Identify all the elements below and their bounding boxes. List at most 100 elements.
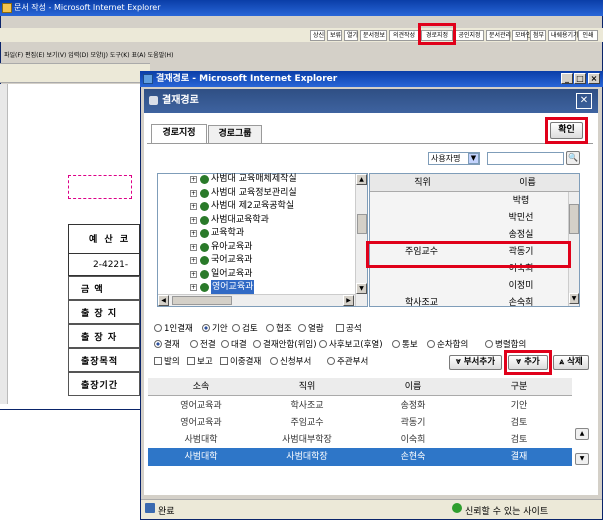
member-name-cell[interactable]: 박민선 xyxy=(474,209,568,227)
route-grid-cell[interactable]: 사범대부학장 xyxy=(254,431,360,449)
scroll-down-icon[interactable]: ▼ xyxy=(569,293,579,304)
tree-item[interactable]: 사범대교육학과 xyxy=(211,213,269,227)
member-position-cell[interactable]: 학사조교 xyxy=(369,294,474,312)
member-name-cell[interactable]: 곽동기 xyxy=(474,243,568,261)
option-병렬합의[interactable]: 병렬합의 xyxy=(485,340,526,351)
option-발의[interactable]: 발의 xyxy=(154,357,180,368)
tree-item[interactable]: 국어교육과 xyxy=(211,253,252,267)
option-보고[interactable]: 보고 xyxy=(187,357,213,368)
tree-item[interactable]: 사범대 교육정보관리실 xyxy=(211,186,297,200)
option-검토[interactable]: 검토 xyxy=(232,324,258,335)
radio-button[interactable] xyxy=(327,357,335,365)
member-position-cell[interactable] xyxy=(369,209,474,227)
move-down-icon[interactable]: ▼ xyxy=(575,453,589,465)
toolbar-button[interactable]: 공인지정 xyxy=(455,30,484,41)
tree-item[interactable]: 유아교육과 xyxy=(211,240,252,254)
member-position-cell[interactable] xyxy=(369,226,474,244)
toolbar-button[interactable]: 문서관리 xyxy=(486,30,511,41)
radio-button[interactable] xyxy=(485,340,493,348)
dialog-close-button[interactable]: ✕ xyxy=(576,93,592,109)
tree-item[interactable]: 일어교육과 xyxy=(211,267,252,281)
route-grid-cell[interactable]: 손현숙 xyxy=(360,448,466,466)
radio-button[interactable] xyxy=(253,340,261,348)
toolbar-button[interactable]: 첨부 xyxy=(530,30,546,41)
member-name-cell[interactable]: 이숙희 xyxy=(474,260,568,278)
member-position-cell[interactable] xyxy=(369,260,474,278)
member-scrollbar[interactable]: ▼ xyxy=(568,192,579,306)
checkbox[interactable] xyxy=(187,357,195,365)
radio-button[interactable] xyxy=(270,357,278,365)
route-grid-cell[interactable]: 결재 xyxy=(466,448,572,466)
option-전결[interactable]: 전결 xyxy=(190,340,216,351)
minimize-button[interactable]: _ xyxy=(561,73,573,84)
route-grid-cell[interactable]: 영어교육과 xyxy=(148,414,254,432)
expand-icon[interactable]: + xyxy=(190,270,197,278)
option-사후보고(후열)[interactable]: 사후보고(후열) xyxy=(319,340,383,351)
route-grid-cell[interactable]: 곽동기 xyxy=(360,414,466,432)
hscroll-thumb[interactable] xyxy=(172,296,232,305)
toolbar-button[interactable]: 보류 xyxy=(327,30,342,41)
toolbar-button[interactable]: 열기 xyxy=(344,30,358,41)
expand-icon[interactable]: + xyxy=(190,230,197,237)
route-grid-cell[interactable]: 영어교육과 xyxy=(148,397,254,415)
chevron-down-icon[interactable]: ▼ xyxy=(468,153,479,164)
toolbar-button[interactable]: 모바인 xyxy=(512,30,532,41)
maximize-button[interactable]: □ xyxy=(574,73,586,84)
radio-button[interactable] xyxy=(427,340,435,348)
tree-vertical-scrollbar[interactable]: ▲ ▼ xyxy=(355,174,367,306)
toolbar-button[interactable]: 경로지정 xyxy=(421,30,453,41)
route-grid-cell[interactable]: 학사조교 xyxy=(254,397,360,415)
route-grid-cell[interactable]: 주임교수 xyxy=(254,414,360,432)
search-input[interactable] xyxy=(487,152,564,165)
tree-item[interactable]: 교육학과 xyxy=(211,226,244,240)
route-grid-cell[interactable]: 송정화 xyxy=(360,397,466,415)
tree-item[interactable]: 사범대 제2교육공학실 xyxy=(211,199,294,213)
expand-icon[interactable]: + xyxy=(190,189,197,197)
member-name-cell[interactable]: 이정미 xyxy=(474,277,568,295)
option-결재안함(위임)[interactable]: 결재안함(위임) xyxy=(253,340,317,351)
member-name-cell[interactable]: 박령 xyxy=(474,192,568,210)
route-grid-cell[interactable]: 기안 xyxy=(466,397,572,415)
member-scroll-thumb[interactable] xyxy=(569,204,579,234)
option-결재[interactable]: 결재 xyxy=(154,340,180,351)
radio-button[interactable] xyxy=(202,324,210,332)
toolbar-button[interactable]: 문서정보 xyxy=(360,30,387,41)
add-button[interactable]: ⩔ 추가 xyxy=(508,355,548,370)
radio-button[interactable] xyxy=(190,340,198,348)
tree-item[interactable]: 영어교육과 xyxy=(211,280,255,294)
route-grid-cell[interactable]: 사범대학장 xyxy=(254,448,360,466)
option-대결[interactable]: 대결 xyxy=(221,340,247,351)
toolbar-button[interactable]: 인쇄 xyxy=(578,30,598,41)
toolbar-button[interactable]: 내쉐용기기 xyxy=(548,30,579,41)
radio-button[interactable] xyxy=(319,340,327,348)
scroll-down-icon[interactable]: ▼ xyxy=(356,283,367,294)
member-name-cell[interactable]: 손숙희 xyxy=(474,294,568,312)
radio-button[interactable] xyxy=(392,340,400,348)
radio-button[interactable] xyxy=(232,324,240,332)
expand-icon[interactable]: + xyxy=(190,257,197,264)
route-grid-cell[interactable]: 사범대학 xyxy=(148,431,254,449)
option-협조[interactable]: 협조 xyxy=(266,324,292,335)
scroll-thumb[interactable] xyxy=(357,214,367,234)
expand-icon[interactable]: + xyxy=(190,243,197,251)
option-이중결재[interactable]: 이중결재 xyxy=(220,357,261,368)
radio-button[interactable] xyxy=(266,324,274,332)
scroll-left-icon[interactable]: ◀ xyxy=(158,295,169,306)
expand-icon[interactable]: + xyxy=(190,203,197,210)
radio-button[interactable] xyxy=(154,340,162,348)
confirm-button[interactable]: 확인 xyxy=(550,122,583,139)
window-close-button[interactable]: × xyxy=(588,73,600,84)
radio-button[interactable] xyxy=(298,324,306,332)
background-menubar[interactable]: 파일(F) 편집(E) 보기(V) 입력(D) 모양(J) 도구(K) 표(A)… xyxy=(0,50,173,62)
option-신청부서[interactable]: 신청부서 xyxy=(270,357,311,368)
dept-add-button[interactable]: ⩔ 부서추가 xyxy=(449,355,502,370)
option-공석[interactable]: 공석 xyxy=(336,324,362,335)
checkbox[interactable] xyxy=(336,324,344,332)
tab-route-group[interactable]: 경로그룹 xyxy=(208,125,262,143)
route-grid-cell[interactable]: 검토 xyxy=(466,414,572,432)
expand-icon[interactable]: + xyxy=(190,216,197,224)
tree-horizontal-scrollbar[interactable]: ◀ ▶ xyxy=(158,294,355,306)
tree-item[interactable]: 사범대 교육매체제작실 xyxy=(211,172,297,186)
option-기안[interactable]: 기안 xyxy=(202,324,228,335)
checkbox[interactable] xyxy=(154,357,162,365)
